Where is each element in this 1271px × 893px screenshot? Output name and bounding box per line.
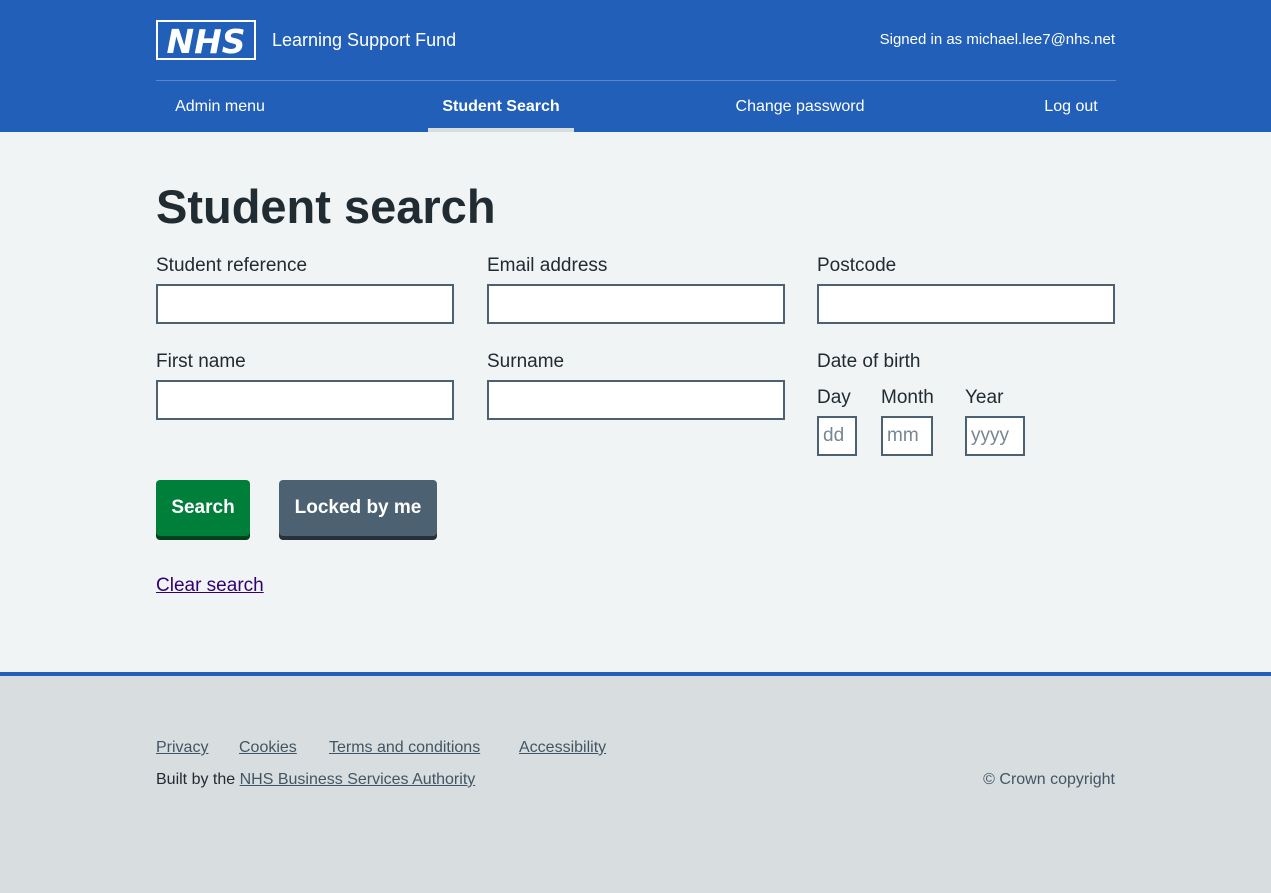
dob-month-label: Month bbox=[881, 387, 934, 408]
dob-month-input[interactable] bbox=[881, 416, 933, 456]
page-title: Student search bbox=[156, 180, 496, 233]
built-by-prefix: Built by the bbox=[156, 771, 236, 788]
surname-input[interactable] bbox=[487, 380, 785, 420]
postcode-input[interactable] bbox=[817, 284, 1115, 324]
dob-year-label: Year bbox=[965, 387, 1004, 408]
email-input[interactable] bbox=[487, 284, 785, 324]
first-name-label: First name bbox=[156, 351, 246, 372]
dob-year-input[interactable] bbox=[965, 416, 1025, 456]
copyright-text: © Crown copyright bbox=[983, 771, 1115, 788]
nhs-logo-text: NHS bbox=[166, 22, 245, 60]
header-divider bbox=[156, 80, 1116, 81]
site-header: NHS Learning Support Fund Signed in as m… bbox=[0, 0, 1271, 132]
student-reference-input[interactable] bbox=[156, 284, 454, 324]
search-button[interactable]: Search bbox=[156, 480, 250, 536]
nav-change-password[interactable]: Change password bbox=[718, 81, 882, 132]
nhs-logo[interactable]: NHS bbox=[156, 20, 256, 60]
email-label: Email address bbox=[487, 255, 608, 276]
dob-day-label: Day bbox=[817, 387, 851, 408]
nhsbsa-link[interactable]: NHS Business Services Authority bbox=[240, 771, 476, 788]
built-by-text: Built by the NHS Business Services Autho… bbox=[156, 770, 475, 790]
service-name[interactable]: Learning Support Fund bbox=[272, 29, 456, 51]
dob-day-input[interactable] bbox=[817, 416, 857, 456]
nav-log-out[interactable]: Log out bbox=[1026, 81, 1116, 132]
nav-student-search[interactable]: Student Search bbox=[428, 81, 574, 132]
postcode-label: Postcode bbox=[817, 255, 897, 276]
footer-link-cookies[interactable]: Cookies bbox=[239, 738, 297, 758]
date-of-birth-label: Date of birth bbox=[817, 351, 921, 372]
footer-link-accessibility[interactable]: Accessibility bbox=[519, 738, 606, 758]
first-name-input[interactable] bbox=[156, 380, 454, 420]
site-footer: Privacy Cookies Terms and conditions Acc… bbox=[0, 672, 1271, 893]
footer-link-terms[interactable]: Terms and conditions bbox=[329, 738, 480, 758]
surname-label: Surname bbox=[487, 351, 565, 372]
signed-in-text: Signed in as michael.lee7@nhs.net bbox=[879, 31, 1115, 48]
nav-admin-menu[interactable]: Admin menu bbox=[156, 81, 284, 132]
student-reference-label: Student reference bbox=[156, 255, 308, 276]
locked-by-me-button[interactable]: Locked by me bbox=[279, 480, 437, 536]
nhs-logo-icon: NHS bbox=[156, 20, 256, 60]
clear-search-link[interactable]: Clear search bbox=[156, 574, 264, 598]
footer-link-privacy[interactable]: Privacy bbox=[156, 738, 208, 758]
